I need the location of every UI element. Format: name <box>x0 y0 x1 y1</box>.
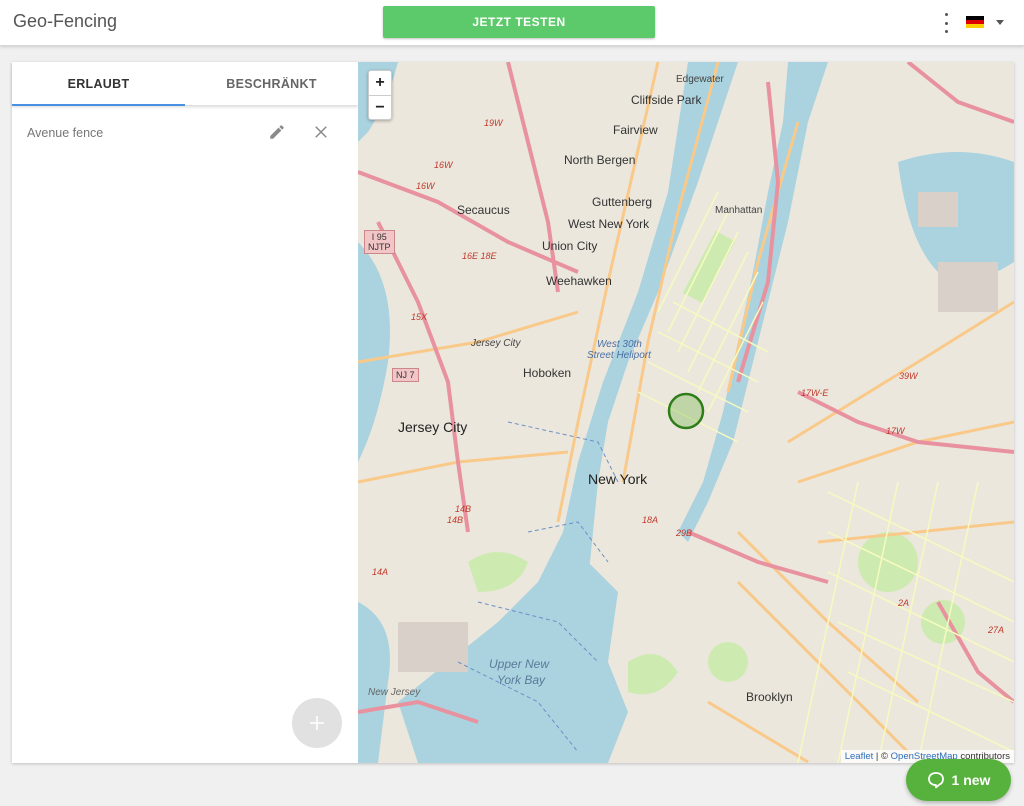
route-label: 18A <box>642 515 659 525</box>
route-label: 16W <box>434 160 453 170</box>
fence-panel: ERLAUBT BESCHRÄNKT Avenue fence <box>12 62 358 763</box>
map-label: Secaucus <box>457 203 510 217</box>
map-label: Edgewater <box>676 74 724 85</box>
highway-shield: I 95 NJTP <box>364 230 395 254</box>
fence-tabs: ERLAUBT BESCHRÄNKT <box>12 62 358 106</box>
zoom-out-button[interactable]: − <box>369 95 391 119</box>
chat-icon <box>927 772 944 789</box>
list-item[interactable]: Avenue fence <box>12 112 358 154</box>
map-label: Union City <box>542 239 598 253</box>
map-label: West 30th <box>597 339 642 350</box>
map-label: Hoboken <box>523 366 572 380</box>
attribution-separator: | © <box>873 751 891 762</box>
leaflet-link[interactable]: Leaflet <box>845 751 874 762</box>
add-fence-button[interactable] <box>292 698 342 748</box>
main-card: ERLAUBT BESCHRÄNKT Avenue fence + − Edge… <box>12 62 1014 763</box>
map-label: Upper New <box>489 657 550 671</box>
chat-button[interactable]: 1 new <box>906 759 1011 801</box>
map[interactable]: + − Edgewater Cliffside Park Fairview No… <box>358 62 1014 763</box>
german-flag-icon[interactable] <box>966 16 984 28</box>
shield-text: I 95 <box>371 232 387 242</box>
map-label: New York <box>588 471 648 487</box>
top-bar: Geo-Fencing JETZT TESTEN <box>0 0 1024 46</box>
highway-shield: NJ 7 <box>392 368 419 382</box>
fence-name: Avenue fence <box>27 126 104 140</box>
zoom-in-button[interactable]: + <box>369 71 391 95</box>
route-label: 27A <box>988 625 1005 635</box>
route-label: 2A <box>898 598 910 608</box>
delete-icon[interactable] <box>312 123 330 141</box>
route-label: 17W <box>886 426 905 436</box>
map-label: Brooklyn <box>746 690 793 704</box>
map-label: New Jersey <box>368 687 421 698</box>
route-label: 14B <box>455 504 472 514</box>
route-label: 39W <box>899 371 918 381</box>
route-label: 16E 18E <box>462 251 497 261</box>
map-label: Weehawken <box>546 274 612 288</box>
more-options-icon[interactable] <box>938 13 954 33</box>
route-label: 16W <box>416 181 435 191</box>
map-label: Jersey City <box>398 419 468 435</box>
map-label: Jersey City <box>471 338 521 349</box>
route-label: 29B <box>676 528 693 538</box>
map-label: Guttenberg <box>592 195 653 209</box>
app-title: Geo-Fencing <box>13 11 118 31</box>
map-label: North Bergen <box>564 153 636 167</box>
language-dropdown-icon[interactable] <box>996 20 1004 25</box>
tab-restricted[interactable]: BESCHRÄNKT <box>185 62 358 105</box>
shield-text: NJTP <box>368 242 391 252</box>
route-label: 19W <box>484 118 503 128</box>
map-label: York Bay <box>497 673 546 687</box>
map-label: Manhattan <box>715 205 763 216</box>
tab-allowed[interactable]: ERLAUBT <box>12 62 185 106</box>
zoom-control: + − <box>368 70 392 120</box>
map-label: Street Heliport <box>587 350 651 361</box>
chat-label: 1 new <box>951 772 991 788</box>
test-now-button[interactable]: JETZT TESTEN <box>383 6 655 38</box>
route-label: 17W-E <box>801 388 829 398</box>
map-tiles <box>358 62 1014 763</box>
route-label: 14B <box>447 515 464 525</box>
edit-icon[interactable] <box>268 123 286 141</box>
plus-icon <box>310 716 324 730</box>
map-label: Fairview <box>613 123 658 137</box>
map-label: Cliffside Park <box>631 93 702 107</box>
map-label: West New York <box>568 217 650 231</box>
route-label: 15X <box>411 312 428 322</box>
route-label: 14A <box>372 567 389 577</box>
